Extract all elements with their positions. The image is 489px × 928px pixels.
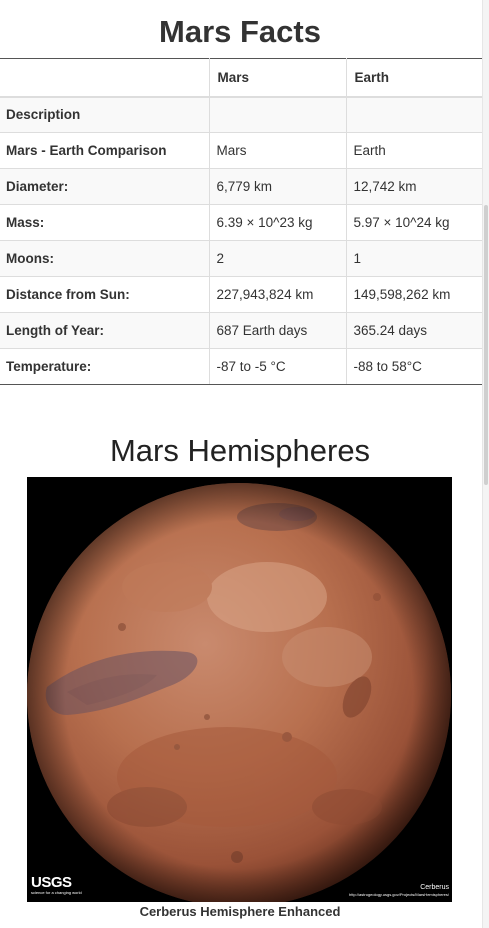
table-row-diameter: Diameter: 6,779 km 12,742 km bbox=[0, 168, 483, 205]
column-header-earth: Earth bbox=[345, 58, 483, 98]
row-label: Diameter: bbox=[0, 168, 210, 205]
table-row-moons: Moons: 2 1 bbox=[0, 240, 483, 277]
mars-value: 687 Earth days bbox=[208, 312, 347, 349]
column-header bbox=[0, 58, 210, 98]
scrollbar-thumb[interactable] bbox=[484, 205, 488, 485]
row-label: Mars - Earth Comparison bbox=[0, 132, 210, 169]
mars-globe-illustration bbox=[27, 477, 452, 902]
mars-value: 2 bbox=[208, 240, 347, 277]
earth-value: 12,742 km bbox=[345, 168, 483, 205]
hemisphere-image[interactable]: USGS science for a changing world Cerber… bbox=[27, 477, 452, 902]
usgs-logo-text: USGS bbox=[31, 874, 72, 891]
earth-value: 149,598,262 km bbox=[345, 276, 483, 313]
mars-value: 227,943,824 km bbox=[208, 276, 347, 313]
usgs-logo: USGS science for a changing world bbox=[31, 874, 82, 895]
mars-value: 6.39 × 10^23 kg bbox=[208, 204, 347, 241]
hemisphere-caption: Cerberus Hemisphere Enhanced bbox=[139, 904, 341, 919]
image-credit-name: Cerberus bbox=[420, 884, 449, 891]
mars-value: -87 to -5 °C bbox=[208, 348, 347, 385]
usgs-logo-tagline: science for a changing world bbox=[31, 890, 82, 895]
mars-value: Mars bbox=[208, 132, 347, 169]
image-credit-url: http://astrogeology.usgs.gov/Projects/Ma… bbox=[349, 892, 449, 897]
table-header-row: Mars Earth bbox=[0, 58, 483, 98]
image-credit: Cerberus http://astrogeology.usgs.gov/Pr… bbox=[349, 884, 449, 897]
page-title: Mars Facts bbox=[159, 14, 321, 49]
row-label: Length of Year: bbox=[0, 312, 210, 349]
mars-facts-table: Mars Earth Description Mars - Earth Comp… bbox=[0, 58, 483, 385]
page: Mars Facts Mars Earth Description Mars -… bbox=[0, 0, 483, 928]
table-row-distance: Distance from Sun: 227,943,824 km 149,59… bbox=[0, 276, 483, 313]
earth-value: 1 bbox=[345, 240, 483, 277]
row-label: Temperature: bbox=[0, 348, 210, 385]
earth-value: -88 to 58°C bbox=[345, 348, 483, 385]
table-row-comparison: Mars - Earth Comparison Mars Earth bbox=[0, 132, 483, 169]
mars-value bbox=[208, 96, 347, 133]
mars-value: 6,779 km bbox=[208, 168, 347, 205]
earth-value: 5.97 × 10^24 kg bbox=[345, 204, 483, 241]
earth-value: Earth bbox=[345, 132, 483, 169]
row-label: Distance from Sun: bbox=[0, 276, 210, 313]
table-row-mass: Mass: 6.39 × 10^23 kg 5.97 × 10^24 kg bbox=[0, 204, 483, 241]
row-label: Description bbox=[0, 96, 210, 133]
column-header-mars: Mars bbox=[208, 58, 347, 98]
row-label: Mass: bbox=[0, 204, 210, 241]
hemispheres-title: Mars Hemispheres bbox=[109, 433, 371, 468]
table-row-description: Description bbox=[0, 96, 483, 133]
earth-value bbox=[345, 96, 483, 133]
table-row-year: Length of Year: 687 Earth days 365.24 da… bbox=[0, 312, 483, 349]
earth-value: 365.24 days bbox=[345, 312, 483, 349]
row-label: Moons: bbox=[0, 240, 210, 277]
table-row-temperature: Temperature: -87 to -5 °C -88 to 58°C bbox=[0, 348, 483, 385]
